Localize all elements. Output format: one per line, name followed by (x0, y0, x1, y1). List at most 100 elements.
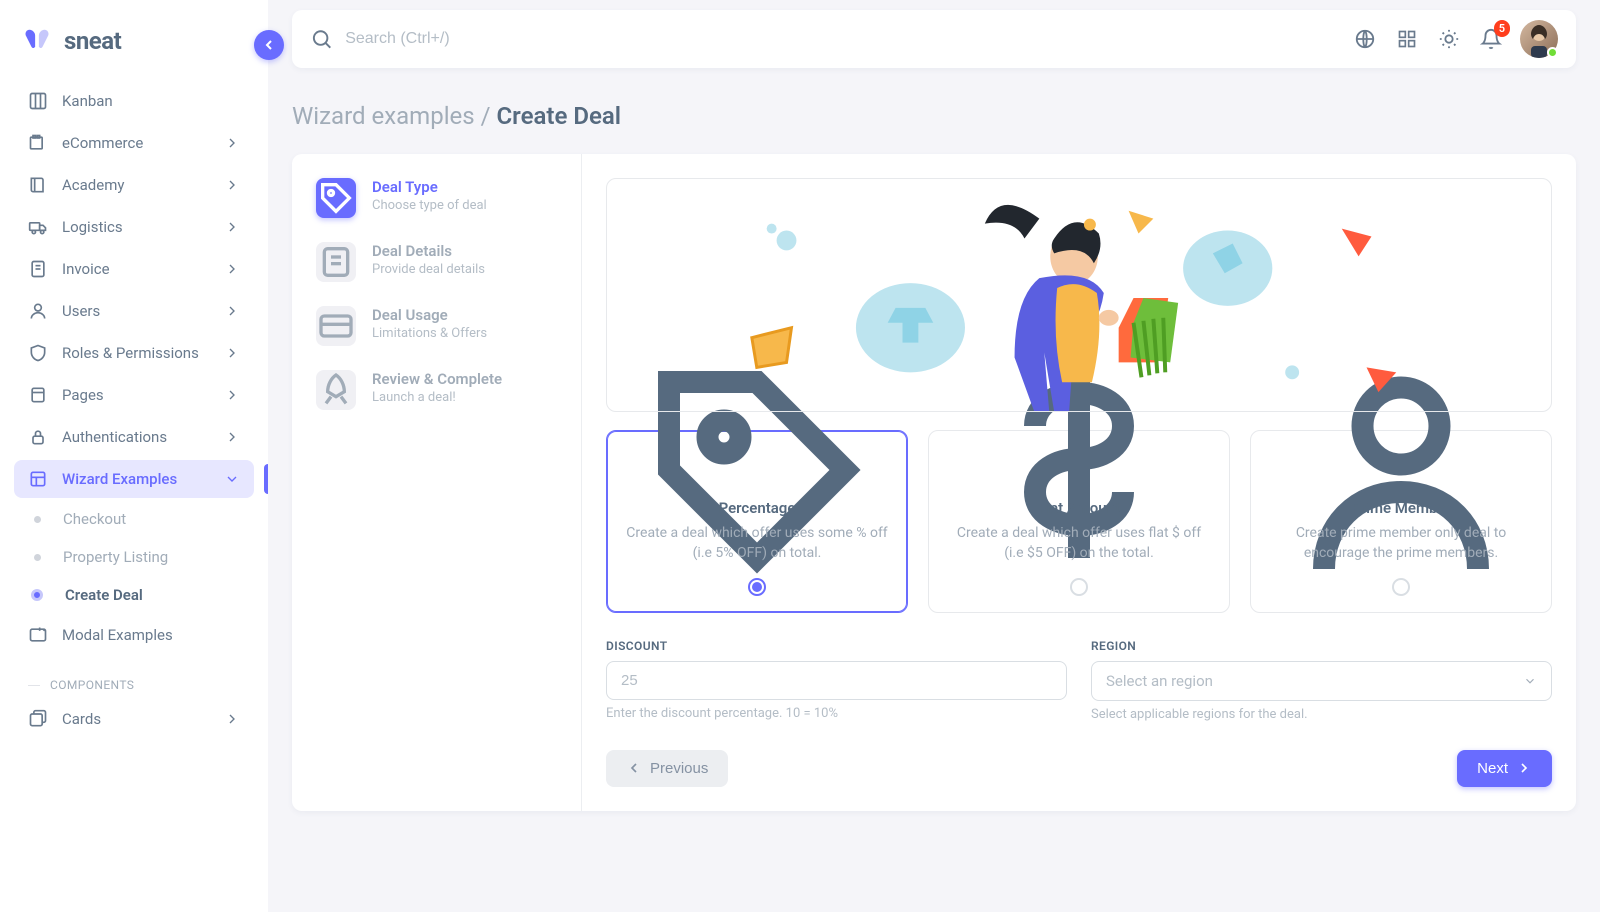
sidebar-item-cards[interactable]: Cards (14, 700, 254, 738)
deal-type-percentage[interactable]: Percentage Create a deal which offer use… (606, 430, 908, 613)
truck-icon (28, 217, 48, 237)
step-deal-details[interactable]: Deal Details Provide deal details (316, 242, 557, 282)
language-button[interactable] (1352, 26, 1378, 52)
deal-type-flat-amount[interactable]: Flat Amount Create a deal which offer us… (928, 430, 1230, 613)
content-panel: Percentage Create a deal which offer use… (582, 154, 1576, 811)
region-label: REGION (1091, 639, 1552, 653)
step-subtitle: Provide deal details (372, 262, 485, 277)
chevron-down-icon (224, 471, 240, 487)
tag-icon (316, 178, 356, 218)
next-button[interactable]: Next (1457, 750, 1552, 787)
sidebar-item-modal-examples[interactable]: Modal Examples (14, 616, 254, 654)
kanban-icon (28, 91, 48, 111)
sidebar-item-label: Authentications (62, 428, 167, 446)
sidebar-sub-create-deal[interactable]: Create Deal (14, 578, 254, 612)
steps-panel: Deal Type Choose type of deal Deal Detai… (292, 154, 582, 811)
apps-button[interactable] (1394, 26, 1420, 52)
sidebar-item-label: Users (62, 302, 100, 320)
sidebar-item-ecommerce[interactable]: eCommerce (14, 124, 254, 162)
sidebar-item-invoice[interactable]: Invoice (14, 250, 254, 288)
step-subtitle: Launch a deal! (372, 390, 502, 405)
sidebar-item-logistics[interactable]: Logistics (14, 208, 254, 246)
sidebar-item-label: Wizard Examples (62, 470, 177, 488)
sidebar-collapse-button[interactable] (254, 30, 284, 60)
brand[interactable]: sneat (14, 20, 254, 82)
chevron-right-icon (224, 177, 240, 193)
book-icon (28, 175, 48, 195)
illustration (606, 178, 1552, 412)
step-title: Deal Usage (372, 306, 487, 324)
breadcrumb-current: Create Deal (496, 102, 621, 130)
region-help: Select applicable regions for the deal. (1091, 707, 1552, 722)
search-area[interactable] (310, 27, 1352, 51)
notifications-button[interactable]: 5 (1478, 26, 1504, 52)
region-field-group: REGION Select an region Select applicabl… (1091, 639, 1552, 722)
sidebar-item-users[interactable]: Users (14, 292, 254, 330)
status-indicator (1547, 47, 1558, 58)
sidebar-item-academy[interactable]: Academy (14, 166, 254, 204)
sidebar-item-wizard-examples[interactable]: Wizard Examples (14, 460, 254, 498)
topbar: 5 (292, 10, 1576, 68)
search-input[interactable] (345, 30, 1352, 48)
region-select[interactable]: Select an region (1091, 661, 1552, 701)
sidebar-sub-property-listing[interactable]: Property Listing (14, 540, 254, 574)
sidebar-item-label: eCommerce (62, 134, 143, 152)
chevron-right-icon (224, 429, 240, 445)
discount-field-group: DISCOUNT Enter the discount percentage. … (606, 639, 1067, 722)
dot-icon (31, 589, 43, 601)
search-icon (310, 27, 333, 51)
chevron-right-icon (224, 345, 240, 361)
sidebar-item-label: Kanban (62, 92, 113, 110)
sidebar-item-roles-permissions[interactable]: Roles & Permissions (14, 334, 254, 372)
sidebar-sub-checkout[interactable]: Checkout (14, 502, 254, 536)
breadcrumb: Wizard examples / Create Deal (292, 102, 1576, 130)
chevron-down-icon (1523, 674, 1537, 688)
grid-icon (1397, 29, 1417, 49)
card-icon (316, 306, 356, 346)
discount-label: DISCOUNT (606, 639, 1067, 653)
sidebar-item-label: Invoice (62, 260, 110, 278)
sidebar-sub-label: Property Listing (63, 548, 168, 566)
breadcrumb-parent[interactable]: Wizard examples (292, 102, 475, 130)
step-deal-type[interactable]: Deal Type Choose type of deal (316, 178, 557, 218)
sidebar-item-kanban[interactable]: Kanban (14, 82, 254, 120)
brand-logo-icon (22, 26, 52, 56)
discount-help: Enter the discount percentage. 10 = 10% (606, 706, 1067, 721)
deal-type-prime-member[interactable]: Prime Member Create prime member only de… (1250, 430, 1552, 613)
step-subtitle: Limitations & Offers (372, 326, 487, 341)
sidebar: sneat Kanban eCommerce Academy Logistics… (0, 0, 268, 912)
chevron-right-icon (224, 711, 240, 727)
invoice-icon (28, 259, 48, 279)
dot-icon (34, 516, 41, 523)
step-subtitle: Choose type of deal (372, 198, 487, 213)
discount-input[interactable] (606, 661, 1067, 700)
cart-icon (28, 133, 48, 153)
step-title: Deal Type (372, 178, 487, 196)
sidebar-item-label: Academy (62, 176, 124, 194)
sidebar-item-label: Cards (62, 710, 101, 728)
step-review-complete[interactable]: Review & Complete Launch a deal! (316, 370, 557, 410)
dot-icon (34, 554, 41, 561)
sidebar-sub-label: Create Deal (65, 586, 143, 604)
details-icon (316, 242, 356, 282)
sidebar-item-authentications[interactable]: Authentications (14, 418, 254, 456)
user-icon (28, 301, 48, 321)
rocket-icon (316, 370, 356, 410)
deal-type-options: Percentage Create a deal which offer use… (606, 430, 1552, 613)
step-deal-usage[interactable]: Deal Usage Limitations & Offers (316, 306, 557, 346)
sidebar-item-label: Pages (62, 386, 104, 404)
sun-icon (1438, 28, 1460, 50)
chevron-right-icon (224, 261, 240, 277)
theme-button[interactable] (1436, 26, 1462, 52)
step-title: Review & Complete (372, 370, 502, 388)
notification-badge: 5 (1494, 20, 1510, 37)
deal-type-desc: Create prime member only deal to encoura… (1269, 523, 1533, 564)
sidebar-item-label: Logistics (62, 218, 123, 236)
sidebar-item-label: Roles & Permissions (62, 344, 199, 362)
sidebar-item-pages[interactable]: Pages (14, 376, 254, 414)
globe-icon (1354, 28, 1376, 50)
avatar[interactable] (1520, 20, 1558, 58)
chevron-right-icon (224, 135, 240, 151)
shield-icon (28, 343, 48, 363)
previous-button[interactable]: Previous (606, 750, 728, 787)
